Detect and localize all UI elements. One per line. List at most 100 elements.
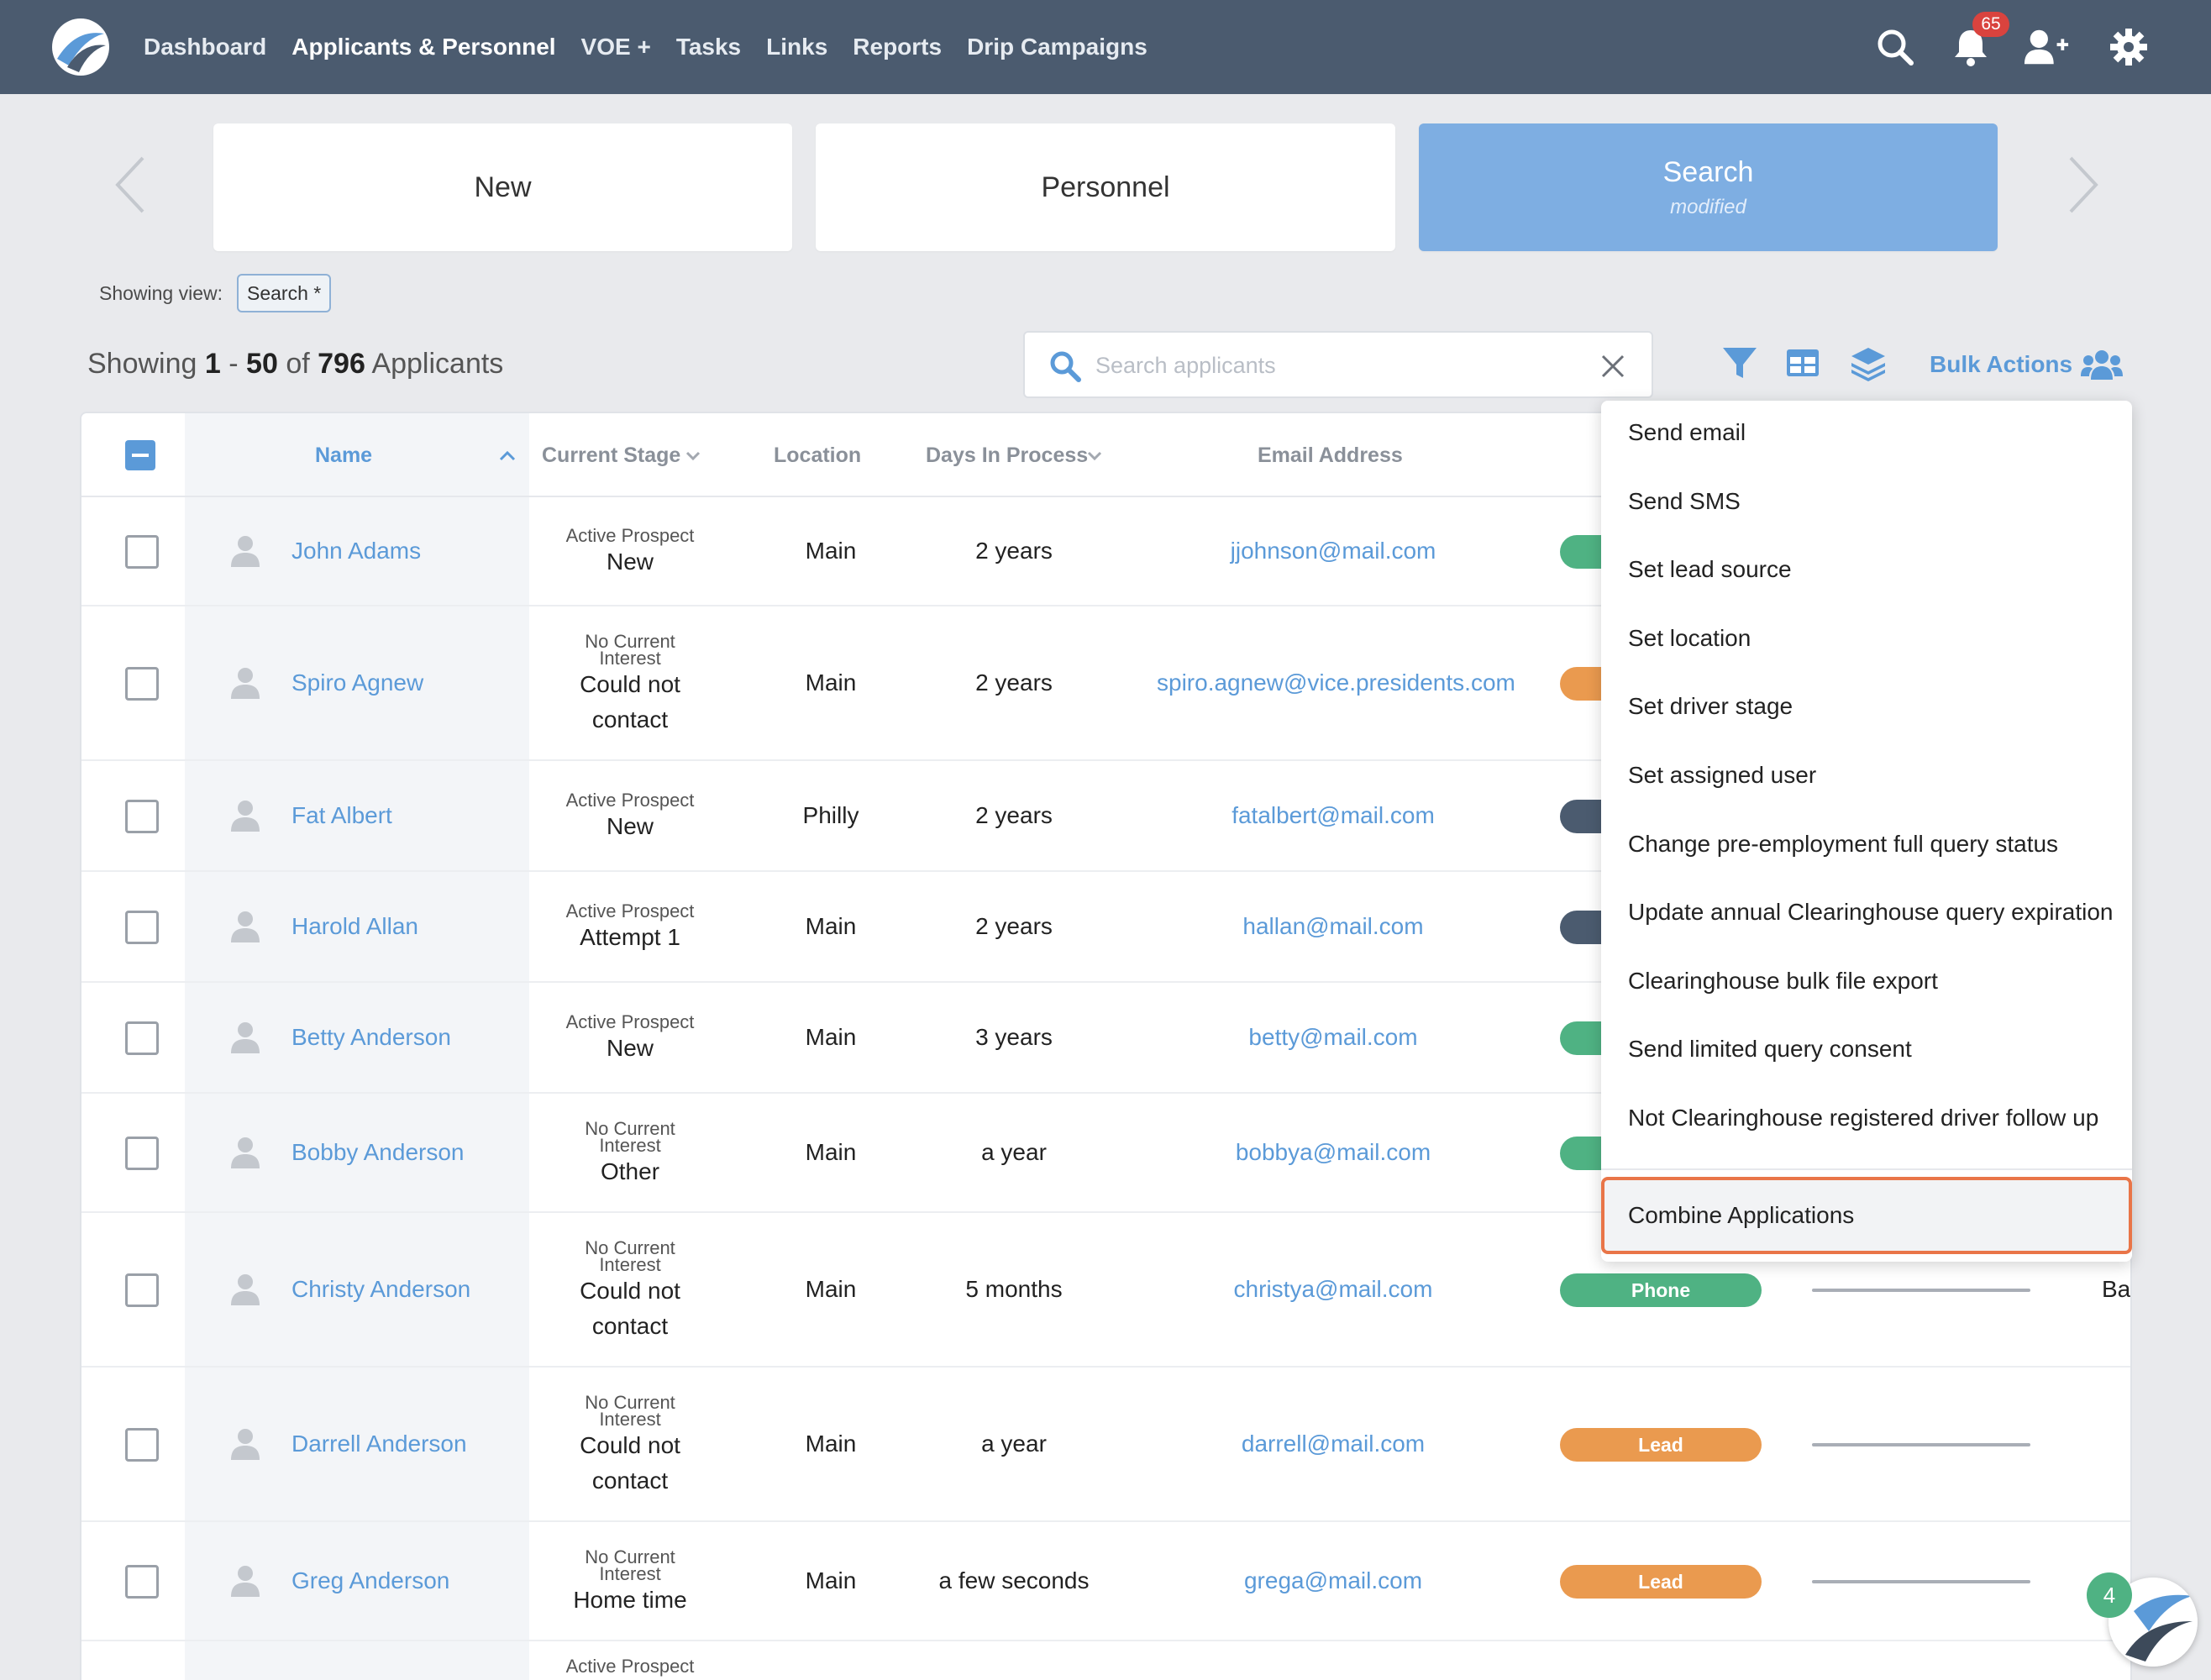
row-checkbox[interactable]	[125, 1428, 159, 1462]
email-link[interactable]: hallan@mail.com	[1157, 913, 1510, 940]
layers-icon[interactable]	[1848, 343, 1888, 383]
email-link[interactable]: bobbya@mail.com	[1157, 1139, 1510, 1166]
table-icon[interactable]	[1783, 343, 1823, 383]
chevron-right-icon[interactable]	[2062, 151, 2104, 218]
nav-drip-campaigns[interactable]: Drip Campaigns	[967, 34, 1148, 60]
tile-new[interactable]: New	[213, 123, 792, 251]
current-stage-cell: Active Prospect New	[529, 525, 731, 580]
location-cell: Main	[805, 1139, 857, 1165]
bulk-menu-item[interactable]: Send limited query consent	[1628, 1036, 1912, 1063]
row-checkbox[interactable]	[125, 535, 159, 569]
header-name[interactable]: Name	[315, 413, 372, 497]
tile-new-label: New	[474, 171, 532, 203]
select-all-checkbox[interactable]	[125, 440, 155, 470]
sort-up-icon[interactable]	[498, 449, 517, 462]
bulk-menu-item[interactable]: Send SMS	[1628, 488, 1741, 515]
bulk-menu-item[interactable]: Set location	[1628, 625, 1751, 652]
header-location[interactable]: Location	[774, 413, 861, 497]
email-link[interactable]: darrell@mail.com	[1157, 1431, 1510, 1457]
close-icon[interactable]	[1596, 349, 1630, 383]
current-stage-cell: Active Prospect Attempt 1	[529, 902, 731, 955]
email-link[interactable]: christya@mail.com	[1157, 1276, 1510, 1303]
table-row[interactable]: Active Prospect	[81, 1641, 2130, 1680]
add-user-icon[interactable]	[2023, 24, 2070, 71]
tile-personnel[interactable]: Personnel	[816, 123, 1395, 251]
tile-search-sub: modified	[1670, 195, 1746, 218]
bulk-menu-item[interactable]: Set assigned user	[1628, 762, 1816, 789]
logo-icon[interactable]	[50, 17, 111, 77]
stage-value: New	[606, 549, 654, 575]
gear-icon[interactable]	[2105, 24, 2152, 71]
nav-tasks[interactable]: Tasks	[676, 34, 741, 60]
header-current-stage[interactable]: Current Stage	[542, 413, 680, 497]
bulk-actions-button[interactable]: Bulk Actions	[1930, 346, 2124, 383]
person-icon	[231, 1566, 260, 1597]
person-icon	[231, 911, 260, 942]
search-box	[1023, 331, 1653, 398]
stage-category: No Current Interest	[585, 1237, 675, 1275]
email-link[interactable]: grega@mail.com	[1157, 1567, 1510, 1594]
users-icon	[2081, 350, 2124, 380]
email-link[interactable]: betty@mail.com	[1157, 1024, 1510, 1051]
bulk-menu-item[interactable]: Set driver stage	[1628, 693, 1793, 720]
table-row[interactable]: Greg Anderson No Current Interest Home t…	[81, 1522, 2130, 1641]
count-prefix: Showing	[87, 348, 197, 380]
sort-down-icon[interactable]	[1086, 450, 1103, 462]
nav-links-menu[interactable]: Links	[766, 34, 827, 60]
bulk-menu-item[interactable]: Send email	[1628, 419, 1746, 446]
nav-applicants-personnel[interactable]: Applicants & Personnel	[291, 34, 555, 60]
applicant-name-link[interactable]: Betty Anderson	[291, 1024, 451, 1051]
location-cell: Philly	[802, 802, 859, 828]
applicant-name-link[interactable]: Greg Anderson	[291, 1567, 449, 1594]
nav-dashboard[interactable]: Dashboard	[144, 34, 266, 60]
table-row[interactable]: Darrell Anderson No Current Interest Cou…	[81, 1368, 2130, 1522]
bulk-menu-item[interactable]: Clearinghouse bulk file export	[1628, 968, 1938, 995]
header-days-in-process[interactable]: Days In Process	[926, 413, 1088, 497]
email-link[interactable]: fatalbert@mail.com	[1157, 802, 1510, 829]
row-checkbox[interactable]	[125, 911, 159, 944]
tile-search[interactable]: Search modified	[1419, 123, 1998, 251]
days-in-process-cell: 3 years	[975, 1024, 1053, 1050]
person-icon	[231, 668, 260, 699]
applicant-name-link[interactable]: Christy Anderson	[291, 1276, 470, 1303]
search-input[interactable]	[1095, 344, 1583, 386]
count-total: 796	[318, 348, 365, 380]
applicant-name-link[interactable]: Spiro Agnew	[291, 669, 423, 696]
bulk-menu-item[interactable]: Not Clearinghouse registered driver foll…	[1628, 1105, 2098, 1131]
stage-category: No Current Interest	[585, 1546, 675, 1584]
row-checkbox[interactable]	[125, 800, 159, 833]
stage-category: Active Prospect	[565, 525, 695, 546]
email-link[interactable]: spiro.agnew@vice.presidents.com	[1157, 669, 1515, 696]
view-chip[interactable]: Search *	[237, 274, 332, 312]
person-icon	[231, 1137, 260, 1168]
chat-badge: 4	[2087, 1572, 2132, 1618]
row-checkbox[interactable]	[125, 1137, 159, 1170]
email-link[interactable]: jjohnson@mail.com	[1157, 538, 1510, 564]
nav-links: Dashboard Applicants & Personnel VOE + T…	[144, 0, 1173, 94]
row-checkbox[interactable]	[125, 667, 159, 701]
current-stage-cell: Active Prospect	[529, 1657, 731, 1676]
applicant-name-link[interactable]: Harold Allan	[291, 913, 418, 940]
result-count: Showing 1 - 50 of 796 Applicants	[87, 348, 503, 381]
menu-item-combine-applications[interactable]: Combine Applications	[1601, 1177, 2132, 1254]
days-in-process-cell: a year	[981, 1431, 1047, 1457]
bulk-menu-item[interactable]: Update annual Clearinghouse query expira…	[1628, 899, 2114, 926]
days-in-process-cell: 2 years	[975, 538, 1053, 564]
nav-voe[interactable]: VOE +	[581, 34, 651, 60]
header-email-address[interactable]: Email Address	[1258, 413, 1403, 497]
applicant-name-link[interactable]: Bobby Anderson	[291, 1139, 465, 1166]
chevron-left-icon[interactable]	[109, 151, 151, 218]
applicant-name-link[interactable]: Fat Albert	[291, 802, 392, 829]
row-checkbox[interactable]	[125, 1021, 159, 1055]
filter-icon[interactable]	[1720, 343, 1760, 383]
row-checkbox[interactable]	[125, 1565, 159, 1599]
sort-down-icon[interactable]	[685, 450, 701, 462]
bulk-menu-item[interactable]: Change pre-employment full query status	[1628, 831, 2058, 858]
search-icon[interactable]	[1872, 24, 1919, 71]
bulk-menu-item[interactable]: Set lead source	[1628, 556, 1792, 583]
location-cell: Main	[805, 1276, 857, 1302]
applicant-name-link[interactable]: John Adams	[291, 538, 421, 564]
row-checkbox[interactable]	[125, 1273, 159, 1307]
nav-reports[interactable]: Reports	[853, 34, 942, 60]
applicant-name-link[interactable]: Darrell Anderson	[291, 1431, 467, 1457]
